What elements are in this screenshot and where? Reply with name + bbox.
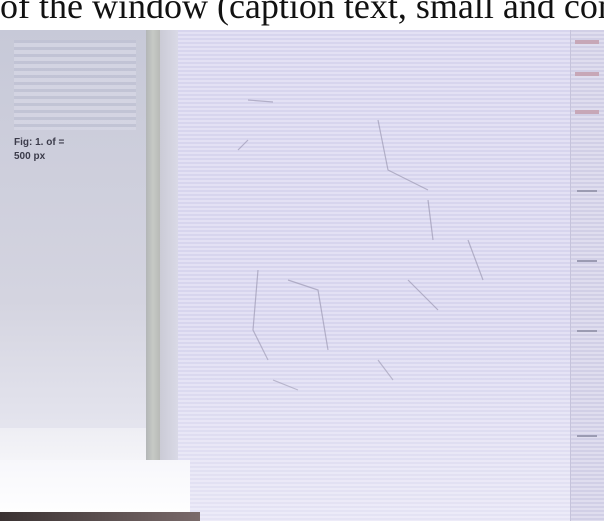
toolbar-line [577,260,597,262]
caption-strip: of the window (caption text, small and c… [0,0,604,30]
toolbar-line [577,435,597,437]
right-toolbar [570,30,604,521]
toolbar-line [577,330,597,332]
screen-frame: Fig: 1. of = 500 px [0,30,604,521]
toolbar-marker[interactable] [575,40,599,44]
toolbar-line [577,190,597,192]
toolbar-marker[interactable] [575,110,599,114]
splitter-bar[interactable] [146,30,160,521]
canvas-shadow [178,330,570,521]
toolbar-marker[interactable] [575,72,599,76]
status-text: Fig: 1. of = 500 px [14,137,65,162]
bezel-edge [0,512,200,521]
vertical-ruler [160,30,179,460]
caption-text: of the window (caption text, small and c… [0,0,604,26]
help-text-block [14,40,136,130]
